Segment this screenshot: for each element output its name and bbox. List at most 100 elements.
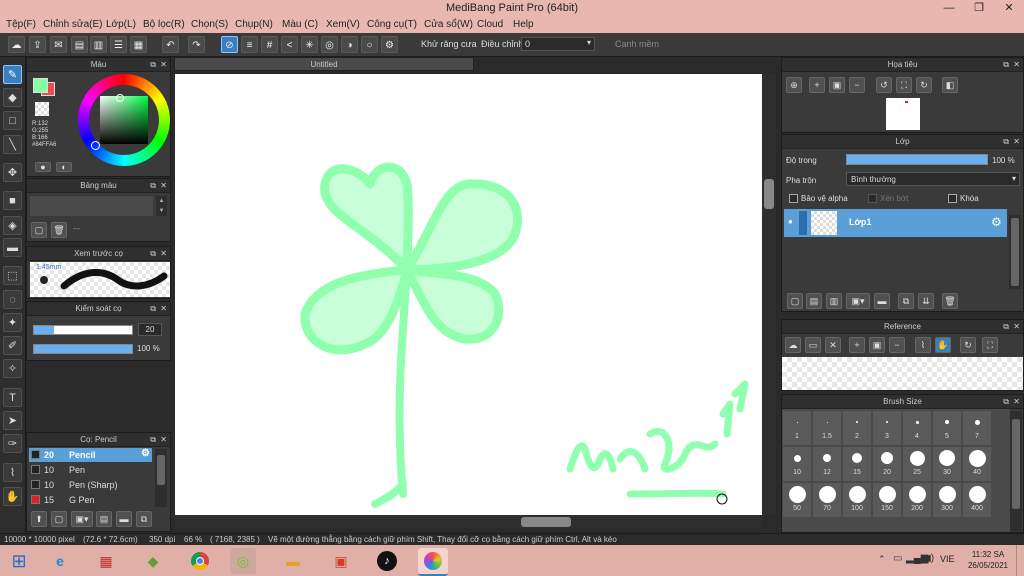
select-rect-tool-icon[interactable]: ⬚ (3, 266, 22, 285)
move-tool-icon[interactable]: ✥ (3, 163, 22, 182)
menu-edit[interactable]: Chỉnh sửa(E) (43, 19, 103, 30)
brush-page-icon[interactable]: ▤ (96, 511, 112, 527)
divide-tool-icon[interactable]: ✑ (3, 434, 22, 453)
cloud-icon[interactable]: ☁ (8, 36, 25, 53)
reset-view-icon[interactable]: ⛶ (982, 337, 998, 353)
hue-cursor[interactable] (91, 141, 100, 150)
no-snap-icon[interactable]: ⊘ (221, 36, 238, 53)
close-icon[interactable]: ✕ (1013, 135, 1020, 148)
new-layer-icon[interactable]: ▢ (787, 293, 803, 309)
popout-icon[interactable]: ⧉ (1003, 395, 1009, 408)
popout-icon[interactable]: ⧉ (150, 302, 156, 315)
document-icon[interactable]: ▤ (71, 36, 88, 53)
menu-select[interactable]: Chọn(S) (191, 19, 228, 30)
menu-cloud[interactable]: Cloud (477, 19, 503, 30)
brush-import-icon[interactable]: ▣▾ (71, 511, 93, 527)
brush-size-cell[interactable]: 30 (933, 447, 961, 481)
bluestacks-icon[interactable]: ◆ (140, 548, 166, 574)
layer-row[interactable]: ● Lớp1 ⚙ (784, 209, 1007, 237)
palette-scrollbar[interactable]: ▲ ▼ (156, 196, 167, 216)
brush-size-cell[interactable]: 100 (843, 483, 871, 517)
brush-size-cell[interactable]: 4 (903, 411, 931, 445)
chrome-icon[interactable] (187, 548, 213, 574)
fit-icon[interactable]: ▣ (869, 337, 885, 353)
magic-wand-tool-icon[interactable]: ✦ (3, 313, 22, 332)
battery-icon[interactable]: ▭ (893, 553, 902, 564)
refresh-app-icon[interactable]: ◎ (230, 548, 256, 574)
rotate-icon[interactable]: ↻ (960, 337, 976, 353)
lasso-tool-icon[interactable]: ◌ (3, 290, 22, 309)
primary-color-swatch[interactable] (33, 78, 48, 93)
brush-size-cell[interactable]: 25 (903, 447, 931, 481)
duplicate-icon[interactable]: ⧉ (136, 511, 152, 527)
duplicate-layer-icon[interactable]: ⧉ (898, 293, 914, 309)
brush-list-item[interactable]: 10 Pen (Sharp) (29, 478, 152, 492)
zoom-icon[interactable]: ⊕ (786, 77, 802, 93)
windows-start-icon[interactable]: ⊞ (6, 548, 32, 574)
undo-icon[interactable]: ↶ (162, 36, 179, 53)
menu-filter[interactable]: Bộ lọc(R) (143, 19, 185, 30)
brush-size-value[interactable]: 20 (138, 323, 162, 336)
eye-icon[interactable]: ● (788, 217, 793, 226)
layer-scrollbar[interactable] (1009, 215, 1021, 289)
menu-view[interactable]: Xem(V) (326, 19, 360, 30)
lock-checkbox[interactable] (948, 194, 957, 203)
brush-size-cell[interactable]: 1.5 (813, 411, 841, 445)
gear-icon[interactable]: ⚙ (141, 448, 150, 459)
chat-icon[interactable]: ✉ (50, 36, 67, 53)
hue-wheel[interactable] (78, 74, 170, 166)
trash-icon[interactable]: 🗑 (51, 222, 67, 238)
popout-icon[interactable]: ⧉ (1003, 320, 1009, 333)
circle-snap-icon[interactable]: ◎ (321, 36, 338, 53)
brush-size-cell[interactable]: 15 (843, 447, 871, 481)
zoom-in-icon[interactable]: + (849, 337, 865, 353)
brush-add-icon[interactable]: ⬆ (31, 511, 47, 527)
horizontal-scroll-thumb[interactable] (521, 517, 571, 527)
close-icon[interactable]: ✕ (1013, 395, 1020, 408)
brush-size-cell[interactable]: 400 (963, 483, 991, 517)
powerpoint-icon[interactable]: ▣ (328, 548, 354, 574)
line-tool-icon[interactable]: ╲ (3, 135, 22, 154)
brush-tool-icon[interactable]: ✎ (3, 65, 22, 84)
app-grid-icon[interactable]: ▦ (93, 548, 119, 574)
parallel-snap-icon[interactable]: ≡ (241, 36, 258, 53)
popout-icon[interactable]: ⧉ (150, 247, 156, 260)
bucket-tool-icon[interactable]: ◈ (3, 216, 22, 235)
rotate-left-icon[interactable]: ↺ (876, 77, 892, 93)
page-icon[interactable]: ▥ (90, 36, 107, 53)
brush-size-cell[interactable]: 2 (843, 411, 871, 445)
menu-capture[interactable]: Chụp(N) (235, 19, 273, 30)
brush-size-cell[interactable]: 10 (783, 447, 811, 481)
tiktok-icon[interactable]: ♪ (374, 548, 400, 574)
close-icon[interactable]: ✕ (160, 247, 167, 260)
document-tab[interactable]: Untitled (174, 57, 474, 71)
reference-viewer[interactable] (782, 357, 1023, 390)
menu-help[interactable]: Help (513, 19, 534, 30)
close-icon[interactable]: ✕ (1013, 58, 1020, 71)
select-eraser-tool-icon[interactable]: ✧ (3, 359, 22, 378)
saturation-box[interactable] (100, 96, 148, 144)
brush-list-item[interactable]: 15 G Pen (29, 493, 152, 507)
close-icon[interactable]: ✕ (160, 58, 167, 71)
share-icon[interactable]: ⇪ (29, 36, 46, 53)
color-picker-cursor[interactable] (116, 94, 124, 102)
brush-size-cell[interactable]: 5 (933, 411, 961, 445)
layer-add-menu-icon[interactable]: ▣▾ (846, 293, 870, 309)
brush-size-cell[interactable]: 70 (813, 483, 841, 517)
popout-icon[interactable]: ⧉ (150, 179, 156, 192)
list-icon[interactable]: ☰ (110, 36, 127, 53)
menu-layer[interactable]: Lớp(L) (106, 19, 136, 30)
menu-window[interactable]: Cửa sổ(W) (424, 19, 473, 30)
rotate-right-icon[interactable]: ↻ (916, 77, 932, 93)
add-page-icon[interactable]: ▢ (31, 222, 47, 238)
brush-size-cell[interactable]: 12 (813, 447, 841, 481)
eraser-tool-icon[interactable]: ◆ (3, 88, 22, 107)
vertical-scroll-thumb[interactable] (764, 179, 774, 209)
popout-icon[interactable]: ⧉ (150, 433, 156, 446)
menu-tools[interactable]: Công cụ(T) (367, 19, 417, 30)
brush-size-cell[interactable]: 40 (963, 447, 991, 481)
brush-size-cell[interactable]: 50 (783, 483, 811, 517)
horizontal-scrollbar[interactable] (175, 515, 762, 529)
fit-icon[interactable]: ▣ (829, 77, 845, 93)
clock[interactable]: 11:32 SA 26/05/2021 (962, 549, 1014, 571)
